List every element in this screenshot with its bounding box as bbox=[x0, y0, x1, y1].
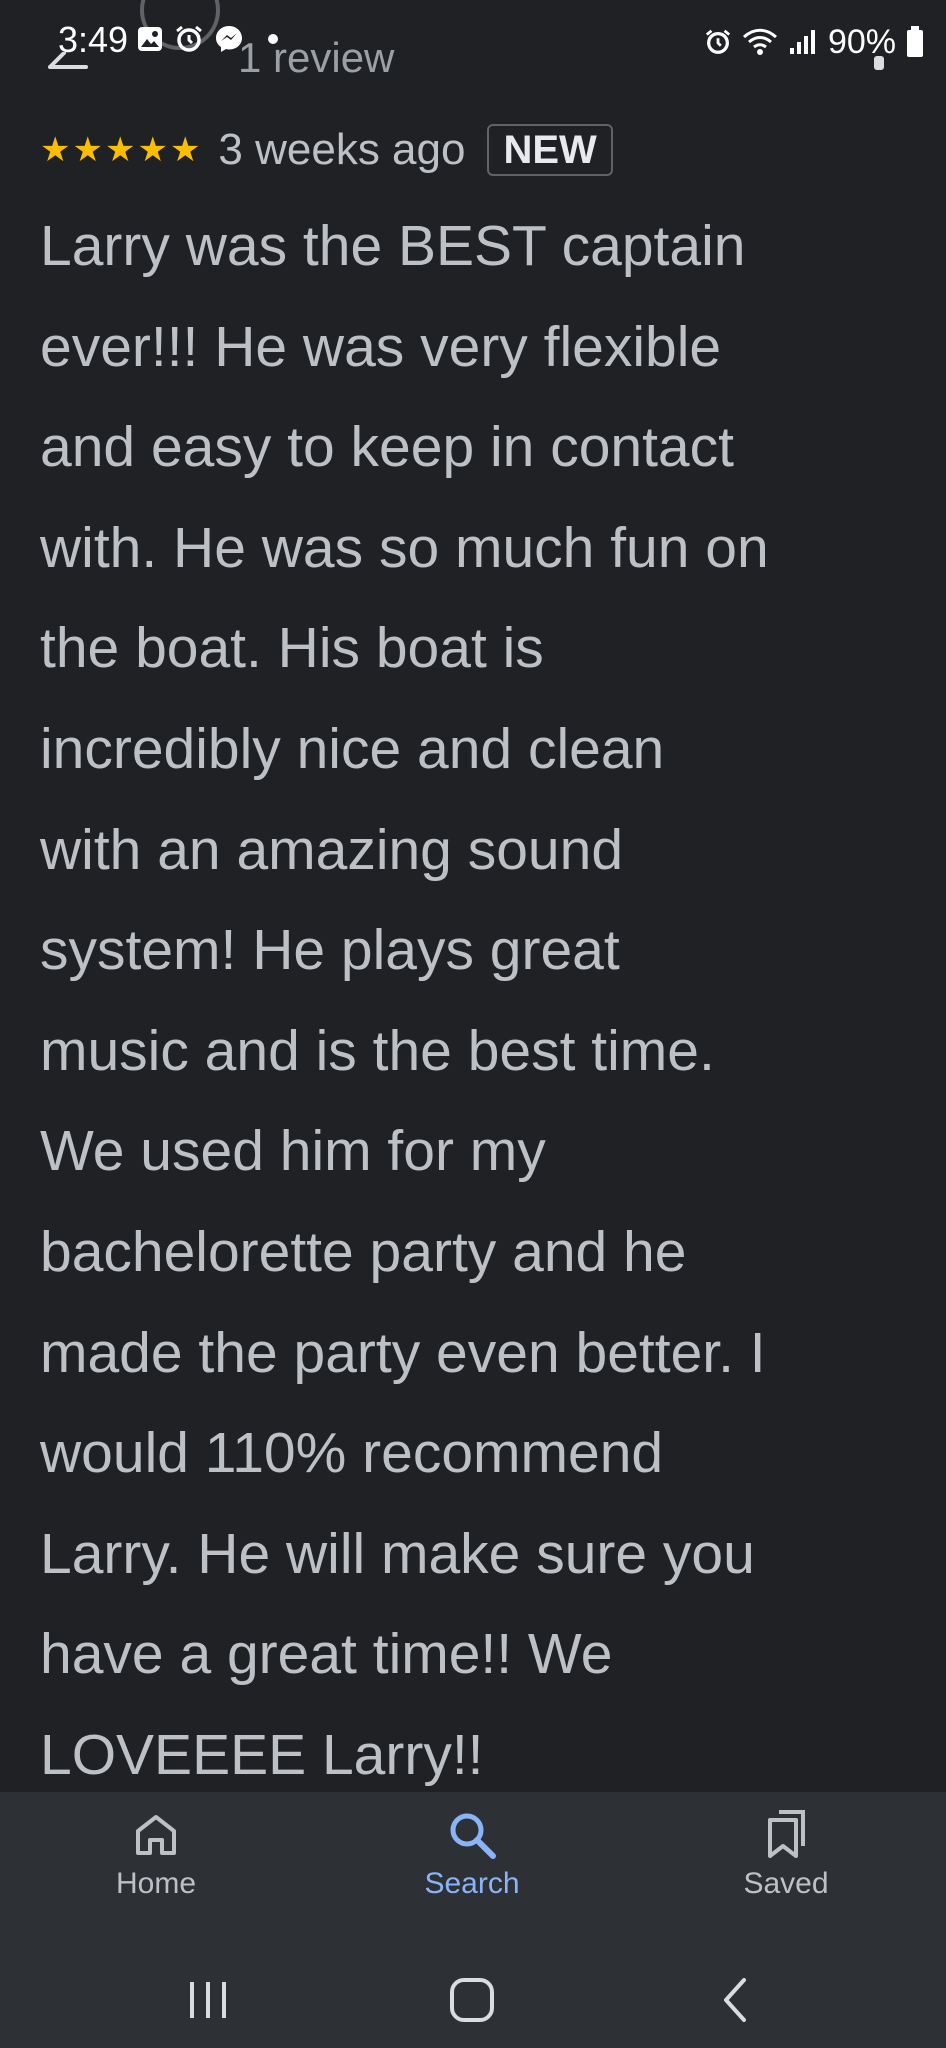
review-text-line: have a great time!! We bbox=[40, 1622, 613, 1687]
review-text-line: Larry was the BEST captain bbox=[40, 214, 746, 278]
review-text-line: music and is the best time. bbox=[40, 1018, 715, 1083]
more-notifications-dot bbox=[268, 34, 278, 44]
review-text-line: Larry. He will make sure you bbox=[40, 1521, 755, 1586]
signal-icon bbox=[788, 28, 818, 56]
notification-icons bbox=[136, 24, 278, 54]
recent-apps-icon[interactable] bbox=[178, 1972, 238, 2028]
nav-saved-label: Saved bbox=[743, 1867, 829, 1900]
alarm-icon bbox=[174, 24, 204, 54]
system-navigation-bar bbox=[0, 1950, 946, 2048]
review-text-line: the boat. His boat is bbox=[40, 616, 544, 681]
new-badge: NEW bbox=[487, 124, 613, 176]
review-text-line: We used him for my bbox=[40, 1119, 546, 1184]
bottom-navigation: Home Search Saved bbox=[0, 1792, 946, 1950]
star-icon: ★ bbox=[40, 130, 71, 170]
nav-search[interactable]: Search bbox=[372, 1810, 572, 1930]
status-time: 3:49 bbox=[58, 19, 129, 60]
back-button-icon[interactable] bbox=[706, 1972, 766, 2028]
star-rating: ★ ★ ★ ★ ★ bbox=[40, 133, 200, 167]
review-text-line: ever!!! He was very flexible bbox=[40, 314, 722, 379]
home-icon bbox=[56, 1810, 256, 1860]
system-status-icons: 90% bbox=[704, 22, 924, 62]
review-text-line: with. He was so much fun on bbox=[40, 515, 769, 580]
star-icon: ★ bbox=[137, 130, 168, 170]
star-icon: ★ bbox=[104, 130, 136, 170]
review-text: Larry was the BEST captain ever!!! He wa… bbox=[40, 196, 920, 1806]
wifi-icon bbox=[742, 27, 778, 57]
review-text-line: would 110% recommend bbox=[40, 1421, 664, 1486]
nav-saved[interactable]: Saved bbox=[686, 1810, 886, 1930]
review-text-line: with an amazing sound bbox=[40, 817, 624, 882]
search-icon bbox=[372, 1810, 572, 1860]
review-meta: ★ ★ ★ ★ ★ 3 weeks ago NEW bbox=[40, 124, 613, 176]
bookmarks-icon bbox=[686, 1810, 886, 1860]
review-text-line: system! He plays great bbox=[40, 918, 620, 983]
nav-home-label: Home bbox=[115, 1867, 197, 1900]
messenger-icon bbox=[214, 24, 244, 54]
status-bar: 3:49 90% bbox=[0, 0, 946, 84]
star-icon: ★ bbox=[72, 130, 103, 170]
alarm-icon bbox=[704, 28, 732, 56]
gallery-icon bbox=[136, 25, 164, 53]
home-button-icon[interactable] bbox=[442, 1972, 502, 2028]
review-text-line: bachelorette party and he bbox=[40, 1219, 687, 1284]
battery-percentage: 90% bbox=[827, 23, 896, 61]
review-text-line: incredibly nice and clean bbox=[40, 716, 665, 781]
star-icon: ★ bbox=[169, 130, 201, 170]
review-date: 3 weeks ago bbox=[218, 125, 466, 174]
nav-home[interactable]: Home bbox=[56, 1810, 256, 1930]
review-text-line: and easy to keep in contact bbox=[40, 415, 734, 480]
review-text-line: made the party even better. I bbox=[40, 1320, 766, 1385]
battery-icon bbox=[906, 26, 924, 58]
nav-search-label: Search bbox=[424, 1867, 520, 1900]
review-text-line: LOVEEEE Larry!! bbox=[40, 1722, 484, 1787]
